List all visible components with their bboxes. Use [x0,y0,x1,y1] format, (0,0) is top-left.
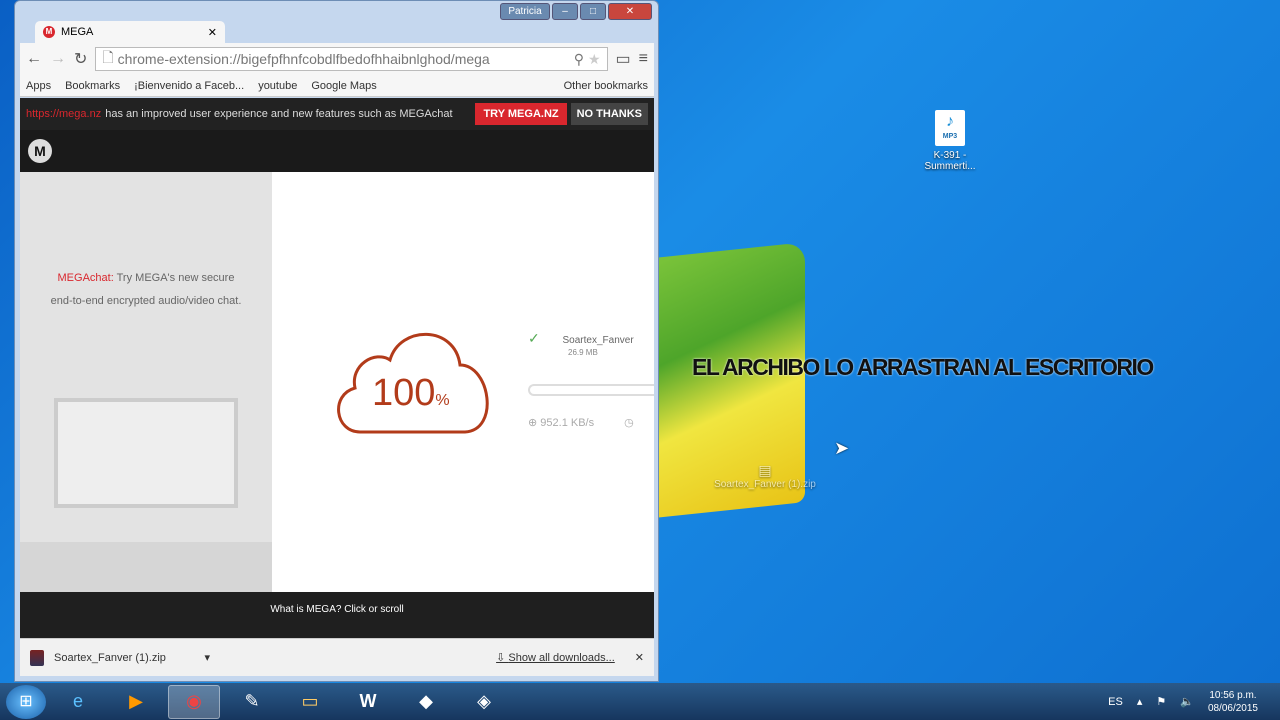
maximize-button[interactable]: □ [580,3,606,20]
bookmark-google-maps[interactable]: Google Maps [311,80,376,92]
dragged-file-icon[interactable]: ▤ Soartex_Fanver (1).zip [700,462,830,490]
clock[interactable]: 10:56 p.m. 08/06/2015 [1208,689,1258,715]
laptop-illustration [54,398,238,508]
mp3-badge: MP3 [942,133,958,140]
music-file-icon: ♪ MP3 [935,110,965,146]
bookmark-bookmarks[interactable]: Bookmarks [65,80,120,92]
bookmark-other[interactable]: Other bookmarks [564,80,648,92]
mega-logo[interactable]: M [28,139,52,163]
explorer-icon[interactable]: ▭ [284,685,336,719]
search-icon[interactable]: ⚲ [574,51,584,68]
tray-expand-icon[interactable]: ▴ [1137,695,1143,708]
word-icon[interactable]: W [342,685,394,719]
profile-button[interactable]: Patricia [500,3,550,20]
zip-icon [30,649,44,666]
no-thanks-button[interactable]: NO THANKS [570,103,648,125]
window-icon[interactable]: ▭ [616,49,631,69]
close-button[interactable]: ✕ [608,3,652,20]
file-info: ✓ Soartex_Fanver 26.9 MB [528,330,634,357]
check-icon: ✓ [528,330,540,346]
mega-link[interactable]: https://mega.nz [26,108,101,120]
mega-page: https://mega.nz has an improved user exp… [20,98,654,638]
forward-icon[interactable]: → [50,50,66,68]
taskbar: ⊞ e ▶ ◉ ✎ ▭ W ◆ ◈ ES ▴ ⚑ 🔈 10:56 p.m. 08… [0,683,1280,720]
tab-close-icon[interactable]: ✕ [208,26,217,39]
app-icon[interactable]: ✎ [226,685,278,719]
media-player-icon[interactable]: ▶ [110,685,162,719]
chevron-down-icon[interactable]: ▾ [204,651,210,664]
desktop-icon-mp3[interactable]: ♪ MP3 K-391 - Summerti... [918,110,982,172]
back-icon[interactable]: ← [26,50,42,68]
star-icon[interactable]: ★ [588,51,601,68]
bookmark-facebook[interactable]: ¡Bienvenido a Faceb... [134,80,244,92]
ie-icon[interactable]: e [52,685,104,719]
download-percent: 100% [372,372,450,414]
bookmarks-bar: Apps Bookmarks ¡Bienvenido a Faceb... yo… [20,75,654,97]
action-center-icon[interactable]: ⚑ [1156,695,1166,708]
close-shelf-icon[interactable]: ✕ [635,651,644,664]
bookmark-youtube[interactable]: youtube [258,80,297,92]
clock-icon: ◷ [624,417,634,429]
progress-bar [528,384,654,396]
start-button[interactable]: ⊞ [6,684,46,719]
zip-icon: ▤ [758,462,772,478]
notice-bar: https://mega.nz has an improved user exp… [20,98,654,130]
bookmark-apps[interactable]: Apps [26,80,51,92]
minimize-button[interactable]: – [552,3,578,20]
speed-icon: ⊕ [528,417,538,429]
language-indicator[interactable]: ES [1108,696,1123,708]
chrome-icon[interactable]: ◉ [168,684,220,719]
game-icon[interactable]: ◈ [458,685,510,719]
volume-icon[interactable]: 🔈 [1180,695,1194,708]
chrome-window: Patricia – □ ✕ M MEGA ✕ ← → ↻ 🗋 chrome-e… [14,0,659,682]
show-all-downloads-link[interactable]: ⇩ Show all downloads... [496,651,615,664]
download-shelf: Soartex_Fanver (1).zip ▾ ⇩ Show all down… [20,638,654,676]
megachat-promo: MEGAchat: Try MEGA's new secure end-to-e… [20,172,272,592]
minecraft-icon[interactable]: ◆ [400,685,452,719]
page-icon: 🗋 [102,49,114,65]
caption-overlay: EL ARCHIBO LO ARRASTRAN AL ESCRITORIO [692,354,1154,380]
try-mega-button[interactable]: TRY MEGA.NZ [475,103,567,125]
reload-icon[interactable]: ↻ [74,49,87,69]
mouse-cursor-icon: ➤ [834,438,850,458]
download-item[interactable]: Soartex_Fanver (1).zip ▾ [30,649,210,666]
what-is-mega-link[interactable]: What is MEGA? Click or scroll [20,592,654,638]
menu-icon[interactable]: ≡ [639,50,648,68]
tab-mega[interactable]: M MEGA ✕ [35,21,225,43]
address-bar[interactable]: 🗋 chrome-extension://bigefpfhnfcobdlfbed… [95,47,608,71]
mega-favicon: M [43,26,55,38]
